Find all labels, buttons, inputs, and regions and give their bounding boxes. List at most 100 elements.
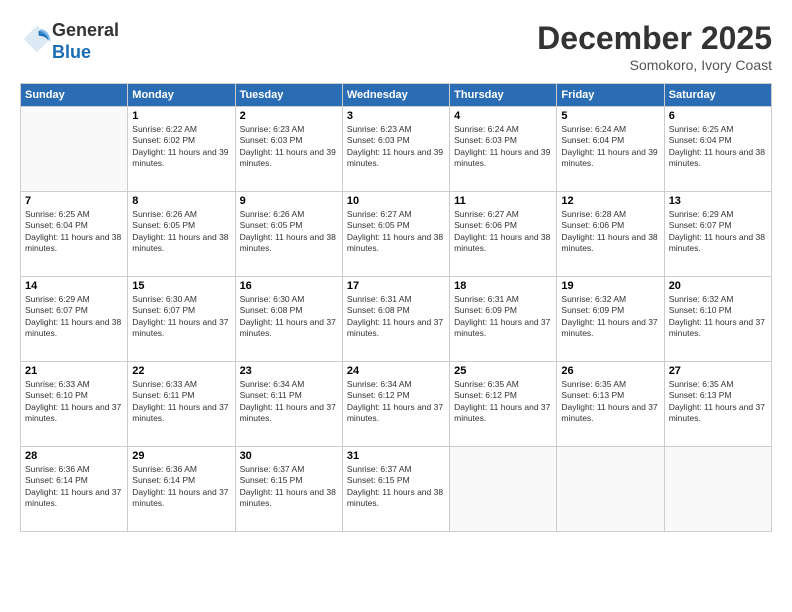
calendar-cell: 6 Sunrise: 6:25 AMSunset: 6:04 PMDaylight… [664,107,771,192]
calendar-cell: 31 Sunrise: 6:37 AMSunset: 6:15 PMDayligh… [342,447,449,532]
weekday-header-friday: Friday [557,84,664,107]
logo: General Blue [20,20,119,63]
week-row-2: 7Sunrise: 6:25 AMSunset: 6:04 PMDaylight… [21,192,772,277]
calendar-cell: 3 Sunrise: 6:23 AMSunset: 6:03 PMDaylight… [342,107,449,192]
day-number: 4 [454,110,552,122]
day-number: 22 [132,365,230,377]
cell-info: Sunrise: 6:36 AMSunset: 6:14 PMDaylight:… [25,464,123,510]
day-number: 12 [561,195,659,207]
day-number: 27 [669,365,767,377]
day-number: 14 [25,280,123,292]
cell-info: Sunrise: 6:25 AMSunset: 6:04 PMDaylight:… [25,209,123,255]
cell-info: Sunrise: 6:34 AMSunset: 6:12 PMDaylight:… [347,379,445,425]
cell-info: Sunrise: 6:36 AMSunset: 6:14 PMDaylight:… [132,464,230,510]
logo-text: General Blue [52,20,119,63]
day-number: 5 [561,110,659,122]
cell-info: Sunrise: 6:25 AMSunset: 6:04 PMDaylight:… [669,124,767,170]
weekday-header-tuesday: Tuesday [235,84,342,107]
cell-info: Sunrise: 6:37 AMSunset: 6:15 PMDaylight:… [240,464,338,510]
day-number: 13 [669,195,767,207]
cell-info: Sunrise: 6:24 AMSunset: 6:03 PMDaylight:… [454,124,552,170]
logo-general: General [52,20,119,40]
day-number: 21 [25,365,123,377]
calendar-cell: 1 Sunrise: 6:22 AMSunset: 6:02 PMDaylight… [128,107,235,192]
week-row-5: 28 Sunrise: 6:36 AMSunset: 6:14 PMDayligh… [21,447,772,532]
cell-info: Sunrise: 6:23 AMSunset: 6:03 PMDaylight:… [347,124,445,170]
cell-info: Sunrise: 6:35 AMSunset: 6:12 PMDaylight:… [454,379,552,425]
cell-info: Sunrise: 6:28 AMSunset: 6:06 PMDaylight:… [561,209,659,255]
day-number: 20 [669,280,767,292]
header: General Blue December 2025 Somokoro, Ivo… [20,20,772,73]
weekday-header-wednesday: Wednesday [342,84,449,107]
calendar-cell [664,447,771,532]
day-number: 15 [132,280,230,292]
day-number: 17 [347,280,445,292]
day-number: 19 [561,280,659,292]
day-number: 18 [454,280,552,292]
calendar-cell: 29 Sunrise: 6:36 AMSunset: 6:14 PMDayligh… [128,447,235,532]
calendar-cell: 4 Sunrise: 6:24 AMSunset: 6:03 PMDaylight… [450,107,557,192]
day-number: 29 [132,450,230,462]
day-number: 30 [240,450,338,462]
calendar-cell: 19 Sunrise: 6:32 AMSunset: 6:09 PMDayligh… [557,277,664,362]
page: General Blue December 2025 Somokoro, Ivo… [0,0,792,612]
calendar-cell: 9 Sunrise: 6:26 AMSunset: 6:05 PMDaylight… [235,192,342,277]
calendar-cell: 13 Sunrise: 6:29 AMSunset: 6:07 PMDayligh… [664,192,771,277]
cell-info: Sunrise: 6:29 AMSunset: 6:07 PMDaylight:… [25,294,123,340]
cell-info: Sunrise: 6:30 AMSunset: 6:08 PMDaylight:… [240,294,338,340]
calendar-cell: 5Sunrise: 6:24 AMSunset: 6:04 PMDaylight… [557,107,664,192]
day-number: 23 [240,365,338,377]
day-number: 8 [132,195,230,207]
weekday-header-monday: Monday [128,84,235,107]
cell-info: Sunrise: 6:27 AMSunset: 6:05 PMDaylight:… [347,209,445,255]
cell-info: Sunrise: 6:27 AMSunset: 6:06 PMDaylight:… [454,209,552,255]
calendar-cell: 28 Sunrise: 6:36 AMSunset: 6:14 PMDayligh… [21,447,128,532]
logo-icon [22,24,52,54]
day-number: 25 [454,365,552,377]
cell-info: Sunrise: 6:30 AMSunset: 6:07 PMDaylight:… [132,294,230,340]
location: Somokoro, Ivory Coast [537,57,772,73]
month-title: December 2025 [537,20,772,57]
calendar-cell: 23Sunrise: 6:34 AMSunset: 6:11 PMDayligh… [235,362,342,447]
week-row-4: 21 Sunrise: 6:33 AMSunset: 6:10 PMDayligh… [21,362,772,447]
calendar-cell: 27Sunrise: 6:35 AMSunset: 6:13 PMDayligh… [664,362,771,447]
day-number: 28 [25,450,123,462]
cell-info: Sunrise: 6:32 AMSunset: 6:10 PMDaylight:… [669,294,767,340]
cell-info: Sunrise: 6:33 AMSunset: 6:10 PMDaylight:… [25,379,123,425]
cell-info: Sunrise: 6:22 AMSunset: 6:02 PMDaylight:… [132,124,230,170]
day-number: 1 [132,110,230,122]
day-number: 11 [454,195,552,207]
calendar-cell: 30 Sunrise: 6:37 AMSunset: 6:15 PMDayligh… [235,447,342,532]
cell-info: Sunrise: 6:37 AMSunset: 6:15 PMDaylight:… [347,464,445,510]
calendar-cell: 20 Sunrise: 6:32 AMSunset: 6:10 PMDayligh… [664,277,771,362]
calendar-cell: 26 Sunrise: 6:35 AMSunset: 6:13 PMDayligh… [557,362,664,447]
title-block: December 2025 Somokoro, Ivory Coast [537,20,772,73]
calendar-cell: 8 Sunrise: 6:26 AMSunset: 6:05 PMDaylight… [128,192,235,277]
cell-info: Sunrise: 6:26 AMSunset: 6:05 PMDaylight:… [240,209,338,255]
cell-info: Sunrise: 6:29 AMSunset: 6:07 PMDaylight:… [669,209,767,255]
calendar-cell: 21 Sunrise: 6:33 AMSunset: 6:10 PMDayligh… [21,362,128,447]
calendar-cell: 11 Sunrise: 6:27 AMSunset: 6:06 PMDayligh… [450,192,557,277]
day-number: 26 [561,365,659,377]
calendar-cell: 16Sunrise: 6:30 AMSunset: 6:08 PMDayligh… [235,277,342,362]
cell-info: Sunrise: 6:35 AMSunset: 6:13 PMDaylight:… [561,379,659,425]
calendar-cell: 22Sunrise: 6:33 AMSunset: 6:11 PMDayligh… [128,362,235,447]
calendar-cell: 15 Sunrise: 6:30 AMSunset: 6:07 PMDayligh… [128,277,235,362]
calendar-cell: 10 Sunrise: 6:27 AMSunset: 6:05 PMDayligh… [342,192,449,277]
day-number: 6 [669,110,767,122]
calendar-cell [450,447,557,532]
calendar: SundayMondayTuesdayWednesdayThursdayFrid… [20,83,772,532]
day-number: 31 [347,450,445,462]
cell-info: Sunrise: 6:26 AMSunset: 6:05 PMDaylight:… [132,209,230,255]
calendar-cell: 7Sunrise: 6:25 AMSunset: 6:04 PMDaylight… [21,192,128,277]
weekday-header-saturday: Saturday [664,84,771,107]
cell-info: Sunrise: 6:31 AMSunset: 6:09 PMDaylight:… [454,294,552,340]
weekday-header-thursday: Thursday [450,84,557,107]
calendar-cell: 12 Sunrise: 6:28 AMSunset: 6:06 PMDayligh… [557,192,664,277]
day-number: 9 [240,195,338,207]
day-number: 10 [347,195,445,207]
week-row-1: 1 Sunrise: 6:22 AMSunset: 6:02 PMDaylight… [21,107,772,192]
calendar-cell: 14 Sunrise: 6:29 AMSunset: 6:07 PMDayligh… [21,277,128,362]
day-number: 3 [347,110,445,122]
cell-info: Sunrise: 6:32 AMSunset: 6:09 PMDaylight:… [561,294,659,340]
